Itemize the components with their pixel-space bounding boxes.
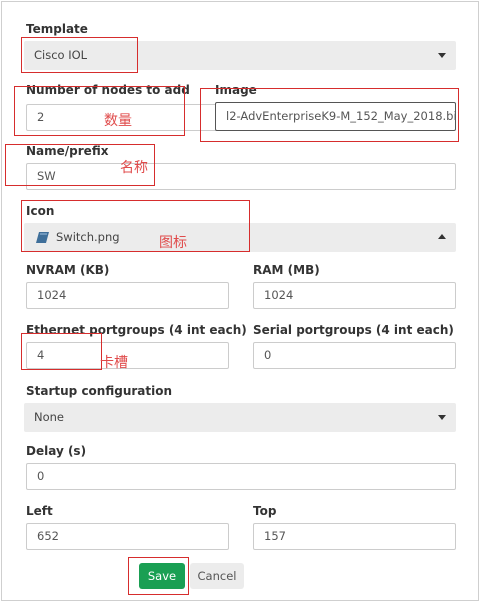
serial-input[interactable]: 0	[253, 342, 456, 369]
icon-annotation: 图标	[159, 235, 187, 251]
template-label: Template	[26, 22, 88, 36]
nodes-highlight-box	[14, 86, 185, 136]
save-highlight-box	[128, 557, 189, 595]
delay-input[interactable]: 0	[26, 463, 456, 490]
name-annotation: 名称	[120, 160, 148, 176]
top-input[interactable]: 157	[253, 523, 456, 550]
icon-highlight-box	[21, 200, 250, 252]
chevron-down-icon	[438, 415, 446, 420]
serial-label: Serial portgroups (4 int each)	[253, 323, 454, 337]
startup-label: Startup configuration	[26, 384, 173, 398]
left-label: Left	[26, 504, 53, 518]
image-highlight-box	[200, 88, 459, 142]
chevron-down-icon	[438, 53, 446, 58]
delay-label: Delay (s)	[26, 444, 87, 458]
ethernet-annotation: 卡槽	[100, 355, 128, 371]
chevron-up-icon	[438, 234, 446, 239]
nodes-annotation: 数量	[104, 113, 132, 129]
ram-label: RAM (MB)	[253, 263, 320, 277]
ethernet-highlight-box	[21, 333, 102, 370]
nvram-input[interactable]: 1024	[26, 282, 229, 309]
template-highlight-box	[21, 37, 138, 73]
top-label: Top	[253, 504, 277, 518]
ram-input[interactable]: 1024	[253, 282, 456, 309]
left-input[interactable]: 652	[26, 523, 229, 550]
startup-select[interactable]: None	[24, 403, 456, 432]
nvram-label: NVRAM (KB)	[26, 263, 110, 277]
startup-value: None	[34, 410, 65, 424]
cancel-button[interactable]: Cancel	[190, 563, 244, 589]
